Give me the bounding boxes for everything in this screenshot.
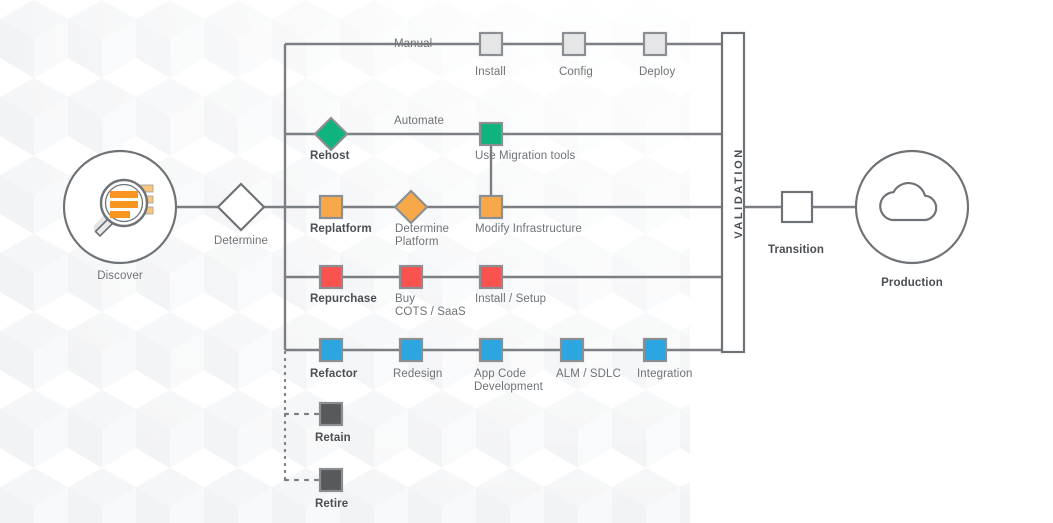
transition-node — [780, 190, 814, 224]
production-label: Production — [881, 277, 943, 289]
node-label-config: Config — [559, 66, 593, 78]
node-label-integration: Integration — [637, 368, 693, 380]
discover-label: Discover — [97, 270, 143, 282]
track-label-retain: Retain — [315, 432, 351, 444]
track-label-replatform: Replatform — [310, 223, 372, 235]
track-label-refactor: Refactor — [310, 368, 358, 380]
discover-node — [62, 149, 178, 265]
node-label-app-code-development: App Code Development — [474, 368, 543, 393]
determine-decision-node — [216, 182, 266, 232]
dotted-branches — [283, 412, 322, 482]
transition-label: Transition — [768, 244, 824, 256]
determine-label: Determine — [214, 235, 268, 247]
diagram-canvas: Discover Determine Manual Automate Insta… — [0, 0, 1053, 523]
node-label-deploy: Deploy — [639, 66, 676, 78]
track-label-repurchase: Repurchase — [310, 293, 377, 305]
validation-label: VALIDATION — [733, 147, 745, 239]
terminal-nodes — [318, 401, 344, 493]
node-label-install-setup: Install / Setup — [475, 293, 547, 305]
node-label-determine-platform: Determine Platform — [395, 223, 449, 248]
node-label-redesign: Redesign — [393, 368, 443, 380]
node-label-modify-infrastructure: Modify Infrastructure — [475, 223, 582, 235]
node-label-buy-cots-saas: Buy COTS / SaaS — [395, 293, 466, 318]
node-label-install: Install — [475, 66, 506, 78]
branch-label-automate: Automate — [394, 115, 445, 127]
node-label-alm-sdlc: ALM / SDLC — [556, 368, 621, 380]
track-label-rehost: Rehost — [310, 150, 350, 162]
node-label-use-migration-tools: Use Migration tools — [475, 150, 576, 162]
production-node — [854, 149, 970, 265]
migration-flow-graphic — [62, 31, 970, 493]
track-label-retire: Retire — [315, 498, 349, 510]
branch-label-manual: Manual — [394, 38, 433, 50]
